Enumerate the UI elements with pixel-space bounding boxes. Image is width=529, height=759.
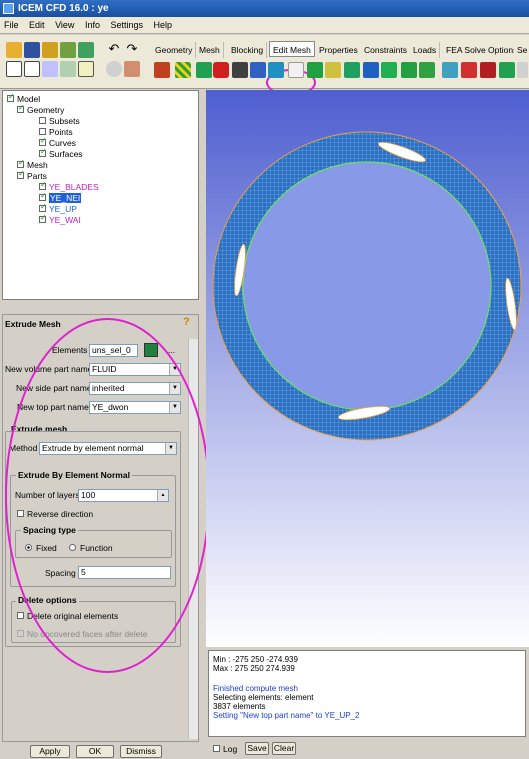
graphics-viewport[interactable] xyxy=(206,90,529,647)
tab-blocking[interactable]: Blocking xyxy=(228,42,268,58)
open-blocking-icon[interactable] xyxy=(60,42,76,58)
adjust-density-icon[interactable] xyxy=(325,62,341,78)
check-icon[interactable] xyxy=(17,169,25,180)
undo-icon[interactable]: ↶ xyxy=(106,42,122,58)
node-add-icon[interactable] xyxy=(419,62,435,78)
repair-mesh-icon[interactable] xyxy=(213,62,229,78)
check-icon[interactable] xyxy=(39,147,47,158)
edit-distributed-icon[interactable] xyxy=(480,62,496,78)
merge-nodes-icon[interactable] xyxy=(232,62,248,78)
extrude-mesh-icon[interactable] xyxy=(175,62,191,78)
check-icon[interactable] xyxy=(39,191,47,202)
delete-nodes-icon[interactable] xyxy=(442,62,458,78)
menu-view[interactable]: View xyxy=(51,17,78,34)
console-line: Max : 275 250 274.939 xyxy=(213,664,295,673)
save-icon[interactable] xyxy=(24,42,40,58)
apply-button[interactable]: Apply xyxy=(30,745,70,758)
select-icon[interactable] xyxy=(60,61,76,77)
mesh-view xyxy=(212,131,522,441)
console-line: Finished compute mesh xyxy=(213,684,298,693)
tree-geometry[interactable]: Geometry xyxy=(17,103,64,115)
tab-edit-mesh[interactable]: Edit Mesh xyxy=(269,41,315,57)
wireframe-icon[interactable] xyxy=(106,61,122,77)
console-line: Min : -275 250 -274.939 xyxy=(213,655,298,664)
solid-icon[interactable] xyxy=(124,61,140,77)
more-tools-icon[interactable] xyxy=(517,62,528,78)
dismiss-button[interactable]: Dismiss xyxy=(120,745,162,758)
reorient-icon[interactable] xyxy=(363,62,379,78)
check-icon[interactable] xyxy=(17,103,25,114)
menu-settings[interactable]: Settings xyxy=(106,17,147,34)
console-line: Setting "New top part name" to YE_UP_2 xyxy=(213,711,360,720)
tab-more[interactable]: Se xyxy=(514,42,529,58)
log-checkbox[interactable]: Log xyxy=(213,744,237,755)
checkbox-disabled-icon xyxy=(17,630,24,638)
tab-properties[interactable]: Properties xyxy=(316,42,362,58)
convert-mesh-icon[interactable] xyxy=(307,62,323,78)
renumber-icon[interactable] xyxy=(344,62,360,78)
tab-fea-solve-options[interactable]: FEA Solve Options xyxy=(443,42,522,58)
check-icon[interactable] xyxy=(17,158,25,169)
toolbar: ↶ ↷ Geometry Mesh Blocking Edit Mesh Pro… xyxy=(0,35,529,127)
fit-window-icon[interactable] xyxy=(6,61,22,77)
open-geometry-icon[interactable] xyxy=(42,42,58,58)
message-console: Min : -275 250 -274.939 Max : 275 250 27… xyxy=(208,650,526,737)
check-icon[interactable] xyxy=(39,213,47,224)
checkbox-icon[interactable] xyxy=(17,612,24,620)
transform-mesh-icon[interactable] xyxy=(288,62,304,78)
window-title: ICEM CFD 16.0 : ye xyxy=(18,3,109,14)
menu-info[interactable]: Info xyxy=(81,17,104,34)
menu-bar: File Edit View Info Settings Help xyxy=(0,17,529,34)
check-icon[interactable] xyxy=(39,136,47,147)
tree-subsets[interactable]: Subsets xyxy=(39,116,80,126)
check-icon[interactable] xyxy=(39,180,47,191)
tree-part-ye-blades[interactable]: YE_BLADES xyxy=(39,180,99,192)
panel-title: Extrude Mesh xyxy=(5,319,61,329)
measure-icon[interactable] xyxy=(42,61,58,77)
mesh-quality-icon[interactable] xyxy=(499,62,515,78)
redo-icon[interactable]: ↷ xyxy=(124,42,140,58)
tab-loads[interactable]: Loads xyxy=(410,42,441,58)
annotation-ellipse-panel xyxy=(5,318,210,673)
menu-file[interactable]: File xyxy=(0,17,23,34)
open-mesh-icon[interactable] xyxy=(78,42,94,58)
tree-surfaces[interactable]: Surfaces xyxy=(39,147,83,159)
check-icon[interactable] xyxy=(39,202,47,213)
split-mesh-icon[interactable] xyxy=(250,62,266,78)
coarsen-icon[interactable] xyxy=(381,62,397,78)
check-icon[interactable] xyxy=(7,92,15,103)
tab-mesh[interactable]: Mesh xyxy=(196,42,224,58)
help-icon[interactable]: ? xyxy=(183,316,195,329)
model-tree: Model Geometry Subsets Points Curves Sur… xyxy=(2,90,199,300)
move-nodes-icon[interactable] xyxy=(268,62,284,78)
inner-ring-edge xyxy=(242,161,492,411)
zoom-box-icon[interactable] xyxy=(24,61,40,77)
save-log-button[interactable]: Save xyxy=(245,742,269,755)
menu-edit[interactable]: Edit xyxy=(25,17,49,34)
check-mesh-icon[interactable] xyxy=(154,62,170,78)
tab-geometry[interactable]: Geometry xyxy=(152,42,197,58)
tab-constraints[interactable]: Constraints xyxy=(361,42,411,58)
open-folder-icon[interactable] xyxy=(6,42,22,58)
title-bar: ICEM CFD 16.0 : ye xyxy=(0,0,529,17)
delete-elements-icon[interactable] xyxy=(461,62,477,78)
app-icon xyxy=(3,3,14,14)
edit-icon[interactable] xyxy=(78,61,94,77)
smooth-mesh-icon[interactable] xyxy=(196,62,212,78)
console-line: Selecting elements: element xyxy=(213,693,314,702)
tree-part-ye-wai[interactable]: YE_WAI xyxy=(39,213,81,225)
clear-log-button[interactable]: Clear xyxy=(272,742,296,755)
ok-button[interactable]: OK xyxy=(76,745,114,758)
checkbox-icon[interactable] xyxy=(39,117,46,125)
checkbox-icon[interactable] xyxy=(213,745,220,753)
checkbox-icon[interactable] xyxy=(39,128,46,136)
console-line: 3837 elements xyxy=(213,702,266,711)
shell-mesh-icon[interactable] xyxy=(401,62,417,78)
menu-help[interactable]: Help xyxy=(150,17,177,34)
